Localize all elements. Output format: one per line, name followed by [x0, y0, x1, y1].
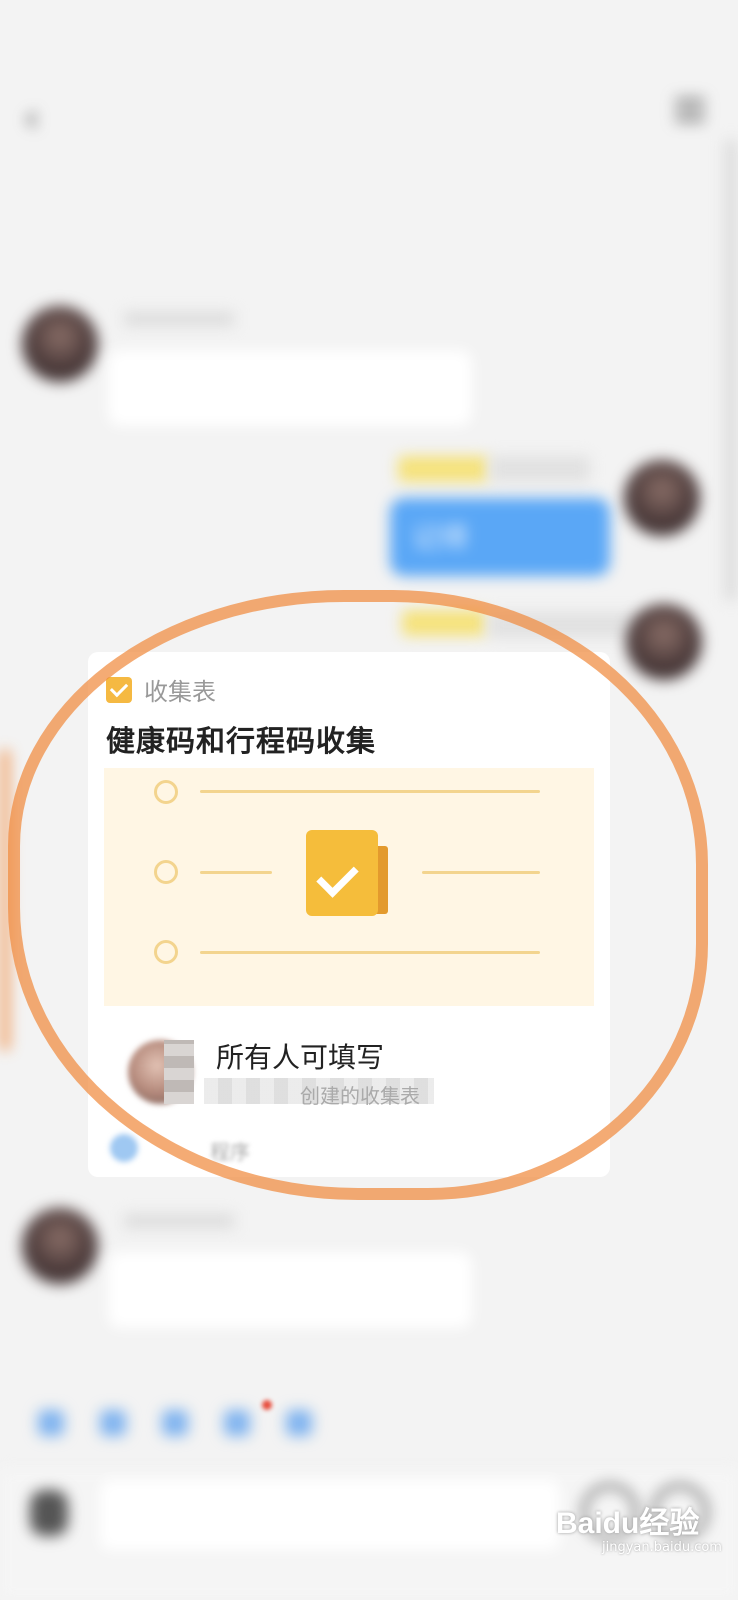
message-bubble[interactable]: 记得 [390, 498, 610, 576]
watermark-logo: Baidu经验 [556, 1507, 700, 1540]
highlight-edge [0, 750, 10, 1050]
quick-action[interactable] [100, 1410, 136, 1436]
quick-action[interactable] [224, 1410, 260, 1436]
scroll-edge [724, 140, 738, 600]
sender-name [490, 456, 590, 482]
back-arrow-icon[interactable]: ‹ [24, 96, 39, 140]
message-bubble[interactable] [108, 350, 472, 426]
avatar[interactable] [626, 604, 702, 680]
avatar[interactable] [22, 1208, 98, 1284]
message-bubble[interactable] [108, 1252, 472, 1328]
quick-action[interactable] [286, 1410, 322, 1436]
watermark-url: jingyan.baidu.com [602, 1540, 722, 1555]
quick-action[interactable] [38, 1410, 74, 1436]
sender-name [124, 312, 234, 326]
quick-action-bar [0, 1388, 738, 1458]
mini-program-icon [110, 1134, 138, 1162]
sender-tag [398, 456, 488, 482]
microphone-icon[interactable] [30, 1490, 68, 1536]
notification-dot [262, 1400, 272, 1410]
quick-icon [286, 1410, 312, 1436]
highlight-annotation [8, 590, 708, 1200]
quick-icon [100, 1410, 126, 1436]
quick-icon [224, 1410, 250, 1436]
avatar[interactable] [624, 460, 700, 536]
quick-action[interactable] [162, 1410, 198, 1436]
avatar[interactable] [22, 306, 98, 382]
menu-icon[interactable] [670, 92, 710, 132]
sender-name [124, 1214, 234, 1228]
message-input[interactable] [100, 1480, 560, 1550]
quick-icon [38, 1410, 64, 1436]
quick-icon [162, 1410, 188, 1436]
